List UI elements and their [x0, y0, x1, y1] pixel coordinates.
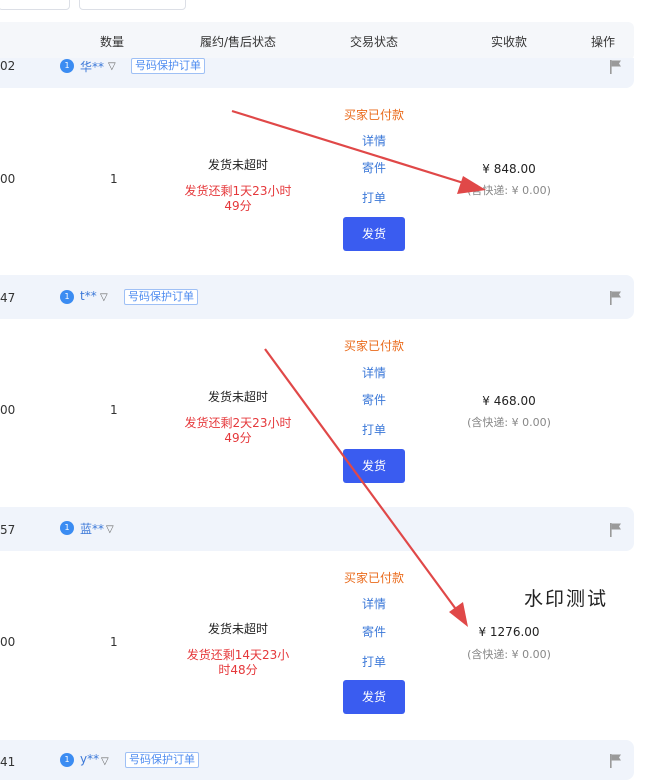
annotation-arrow-line	[231, 109, 471, 187]
annotation-arrow-head	[449, 602, 468, 627]
annotation-arrow-head	[457, 176, 486, 194]
annotation-arrows	[231, 109, 486, 627]
annotation-arrow-line	[264, 348, 459, 613]
watermark-text: 水印测试	[524, 588, 609, 610]
